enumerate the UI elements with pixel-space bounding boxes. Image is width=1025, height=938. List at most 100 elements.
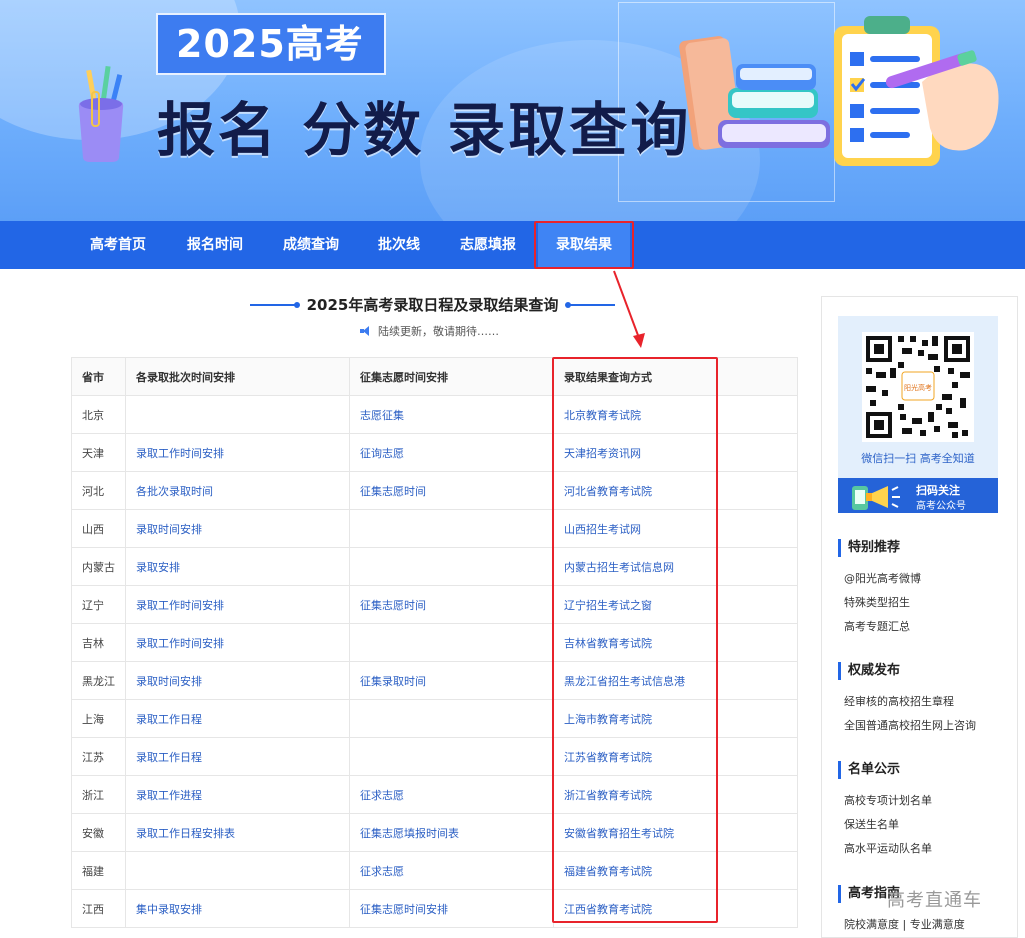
link-solicitation-schedule[interactable]: 志愿征集: [360, 409, 404, 422]
cell-batch-schedule: 录取工作日程: [125, 699, 350, 738]
cell-batch-schedule: [125, 395, 350, 434]
cell-solicitation-schedule: [349, 737, 554, 776]
title-decoration-left: [250, 304, 298, 306]
nav-item-application[interactable]: 志愿填报: [448, 221, 528, 269]
cell-province: 江苏: [71, 737, 126, 776]
sidebar-link-sports-teams[interactable]: 高水平运动队名单: [844, 841, 932, 857]
link-solicitation-schedule[interactable]: 征集志愿时间: [360, 599, 426, 612]
link-batch-schedule[interactable]: 录取工作日程安排表: [136, 827, 235, 840]
year-badge: 2025高考: [156, 13, 386, 75]
col-header-province: 省市: [71, 357, 126, 396]
watermark: 高考直通车: [887, 890, 982, 911]
sidebar-link-satisfaction[interactable]: 院校满意度 | 专业满意度: [844, 917, 965, 933]
link-batch-schedule[interactable]: 各批次录取时间: [136, 485, 213, 498]
update-notice-text: 陆续更新，敬请期待……: [378, 325, 499, 338]
megaphone-icon: [852, 486, 900, 510]
highlight-box-nav: [534, 221, 634, 269]
highlight-box-result-column: [552, 357, 718, 923]
link-batch-schedule[interactable]: 录取工作日程: [136, 751, 202, 764]
cell-province: 天津: [71, 433, 126, 472]
section-title-wrap: 2025年高考录取日程及录取结果查询: [250, 294, 615, 316]
link-batch-schedule[interactable]: 录取工作时间安排: [136, 599, 224, 612]
sidebar-link-charters[interactable]: 经审核的高校招生章程: [844, 694, 954, 710]
pencil-cup-icon: [78, 65, 124, 162]
link-solicitation-schedule[interactable]: 征集志愿时间: [360, 485, 426, 498]
cell-province: 内蒙古: [71, 547, 126, 586]
sidebar-link-topics[interactable]: 高考专题汇总: [844, 619, 910, 635]
cell-batch-schedule: 录取工作时间安排: [125, 623, 350, 662]
qr-code-icon[interactable]: 阳光高考: [862, 332, 974, 442]
link-solicitation-schedule[interactable]: 征求志愿: [360, 865, 404, 878]
col-header-batch-schedule: 各录取批次时间安排: [125, 357, 350, 396]
cell-batch-schedule: 录取工作日程: [125, 737, 350, 776]
sidebar-link-online-consult[interactable]: 全国普通高校招生网上咨询: [844, 718, 976, 734]
cell-province: 福建: [71, 851, 126, 890]
cell-province: 山西: [71, 509, 126, 548]
link-solicitation-schedule[interactable]: 征集录取时间: [360, 675, 426, 688]
update-notice: 陆续更新，敬请期待……: [360, 324, 560, 340]
cell-solicitation-schedule: [349, 699, 554, 738]
follow-title: 扫码关注: [916, 484, 960, 497]
cell-solicitation-schedule: 征集志愿时间安排: [349, 889, 554, 928]
sidebar-heading-authority: 权威发布: [838, 662, 900, 680]
cell-province: 黑龙江: [71, 661, 126, 700]
sidebar-link-weibo[interactable]: @阳光高考微博: [844, 571, 921, 587]
cell-solicitation-schedule: 征集志愿时间: [349, 585, 554, 624]
header-banner: 2025高考 报名 分数 录取查询: [0, 0, 1025, 221]
speaker-icon: [360, 326, 372, 336]
link-batch-schedule[interactable]: 录取工作日程: [136, 713, 202, 726]
link-batch-schedule[interactable]: 集中录取安排: [136, 903, 202, 916]
cell-province: 北京: [71, 395, 126, 434]
sidebar-heading-lists: 名单公示: [838, 761, 900, 779]
cell-batch-schedule: 录取安排: [125, 547, 350, 586]
link-batch-schedule[interactable]: 录取工作时间安排: [136, 447, 224, 460]
cell-province: 浙江: [71, 775, 126, 814]
link-solicitation-schedule[interactable]: 征集志愿填报时间表: [360, 827, 459, 840]
follow-banner[interactable]: 扫码关注 高考公众号: [838, 478, 998, 513]
follow-subtitle: 高考公众号: [916, 501, 966, 512]
cell-batch-schedule: 录取工作时间安排: [125, 433, 350, 472]
cell-province: 吉林: [71, 623, 126, 662]
books-icon: [679, 36, 830, 150]
cell-solicitation-schedule: 征求志愿: [349, 851, 554, 890]
cell-province: 河北: [71, 471, 126, 510]
cell-province: 安徽: [71, 813, 126, 852]
checklist-clipboard-icon: [834, 16, 999, 166]
nav-item-registration[interactable]: 报名时间: [176, 221, 254, 269]
link-batch-schedule[interactable]: 录取工作时间安排: [136, 637, 224, 650]
link-batch-schedule[interactable]: 录取工作进程: [136, 789, 202, 802]
qr-logo: 阳光高考: [904, 383, 932, 392]
link-batch-schedule[interactable]: 录取时间安排: [136, 675, 202, 688]
cell-batch-schedule: 录取工作进程: [125, 775, 350, 814]
title-decoration-left-dot: [294, 302, 300, 308]
link-solicitation-schedule[interactable]: 征求志愿: [360, 789, 404, 802]
cell-batch-schedule: 录取时间安排: [125, 509, 350, 548]
cell-solicitation-schedule: 志愿征集: [349, 395, 554, 434]
cell-batch-schedule: 录取时间安排: [125, 661, 350, 700]
cell-batch-schedule: [125, 851, 350, 890]
cell-province: 江西: [71, 889, 126, 928]
cell-province: 上海: [71, 699, 126, 738]
sidebar-link-recommended-students[interactable]: 保送生名单: [844, 817, 899, 833]
nav-item-scores[interactable]: 成绩查询: [272, 221, 350, 269]
link-solicitation-schedule[interactable]: 征集志愿时间安排: [360, 903, 448, 916]
cell-solicitation-schedule: 征集志愿时间: [349, 471, 554, 510]
sidebar-link-special-admission[interactable]: 特殊类型招生: [844, 595, 910, 611]
qr-caption: 微信扫一扫 高考全知道: [861, 452, 975, 465]
cell-province: 辽宁: [71, 585, 126, 624]
cell-solicitation-schedule: 征集志愿填报时间表: [349, 813, 554, 852]
col-header-solicitation-schedule: 征集志愿时间安排: [349, 357, 554, 396]
cell-batch-schedule: 集中录取安排: [125, 889, 350, 928]
link-batch-schedule[interactable]: 录取安排: [136, 561, 180, 574]
cell-batch-schedule: 各批次录取时间: [125, 471, 350, 510]
section-title: 2025年高考录取日程及录取结果查询: [306, 296, 559, 314]
cell-solicitation-schedule: [349, 623, 554, 662]
link-solicitation-schedule[interactable]: 征询志愿: [360, 447, 404, 460]
link-batch-schedule[interactable]: 录取时间安排: [136, 523, 202, 536]
cell-solicitation-schedule: 征求志愿: [349, 775, 554, 814]
cell-batch-schedule: 录取工作日程安排表: [125, 813, 350, 852]
banner-headline: 报名 分数 录取查询: [157, 96, 692, 164]
nav-item-batch-line[interactable]: 批次线: [364, 221, 434, 269]
sidebar-link-special-plan[interactable]: 高校专项计划名单: [844, 793, 932, 809]
nav-item-home[interactable]: 高考首页: [79, 221, 157, 269]
